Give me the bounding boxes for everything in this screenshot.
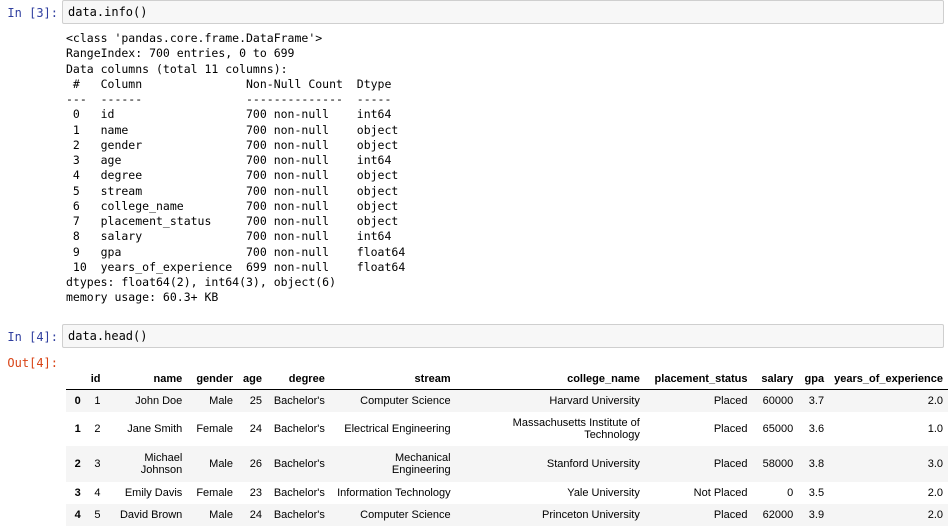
cell-degree: Bachelor's (273, 486, 325, 499)
row-index: 2 (74, 457, 81, 470)
table-row: 0 1 John Doe Male 25 Bachelor's Computer… (66, 389, 948, 412)
cell-id: 3 (94, 457, 101, 470)
column-header: id (85, 369, 106, 390)
cell-stream: Computer Science (360, 508, 451, 521)
cell-name: Jane Smith (127, 422, 183, 435)
cell-salary: 65000 (762, 422, 794, 435)
column-header: placement_status (644, 369, 753, 390)
cell-placement-status: Placed (713, 457, 748, 470)
column-header: name (105, 369, 188, 390)
cell-age: 24 (249, 508, 262, 521)
cell-name: John Doe (135, 394, 183, 407)
cell-name: Michael Johnson (140, 451, 183, 476)
cell-gpa: 3.6 (808, 422, 825, 435)
cell-stream: Electrical Engineering (344, 422, 451, 435)
cell-degree: Bachelor's (273, 394, 325, 407)
table-row: 1 2 Jane Smith Female 24 Bachelor's Elec… (66, 412, 948, 446)
column-header: age (238, 369, 267, 390)
cell-stream: Information Technology (337, 486, 451, 499)
cell-gender: Female (196, 422, 233, 435)
cell-gender: Male (209, 508, 233, 521)
cell-salary: 62000 (762, 508, 794, 521)
cell-stream: Computer Science (360, 394, 451, 407)
info-output: <class 'pandas.core.frame.DataFrame'> Ra… (66, 31, 406, 305)
table-row: 4 5 David Brown Male 24 Bachelor's Compu… (66, 503, 948, 526)
dataframe-table: id name gender age degree stream college… (66, 369, 948, 526)
column-header (66, 369, 86, 390)
cell-years-of-experience: 2.0 (927, 486, 943, 499)
cell-gender: Female (196, 486, 233, 499)
table-row: 3 4 Emily Davis Female 23 Bachelor's Inf… (66, 482, 948, 504)
cell-college-name: Princeton University (542, 508, 640, 521)
column-header: stream (329, 369, 456, 390)
cell-name: Emily Davis (124, 486, 183, 499)
cell-stream: Mechanical Engineering (391, 451, 451, 476)
cell-years-of-experience: 3.0 (927, 457, 943, 470)
cell-gender: Male (209, 457, 233, 470)
cell-name: David Brown (119, 508, 183, 521)
cell-college-name: Massachusetts Institute of Technology (512, 416, 640, 441)
cell-years-of-experience: 1.0 (927, 422, 943, 435)
cell-college-name: Yale University (567, 486, 640, 499)
cell-college-name: Harvard University (549, 394, 640, 407)
column-header: gender (187, 369, 238, 390)
cell-id: 5 (94, 508, 101, 521)
cell-degree: Bachelor's (273, 508, 325, 521)
column-header: college_name (455, 369, 645, 390)
column-header: gpa (798, 369, 830, 390)
table-header-row: id name gender age degree stream college… (66, 369, 948, 390)
cell-age: 23 (249, 486, 262, 499)
column-header: degree (266, 369, 330, 390)
row-index: 3 (74, 486, 81, 499)
cell-years-of-experience: 2.0 (927, 394, 943, 407)
cell-salary: 0 (787, 486, 794, 499)
cell-id: 4 (94, 486, 101, 499)
column-header: salary (752, 369, 799, 390)
row-index: 0 (74, 394, 81, 407)
cell-degree: Bachelor's (273, 457, 325, 470)
cell-4-prompt: In [4]: (7, 330, 58, 344)
cell-age: 26 (249, 457, 262, 470)
table-row: 2 3 Michael Johnson Male 26 Bachelor's M… (66, 445, 948, 482)
cell-3-prompt: In [3]: (7, 6, 58, 20)
cell-placement-status: Placed (713, 394, 748, 407)
cell-age: 25 (249, 394, 262, 407)
cell-id: 1 (94, 394, 101, 407)
cell-placement-status: Not Placed (693, 486, 748, 499)
cell-gpa: 3.9 (808, 508, 825, 521)
cell-college-name: Stanford University (546, 457, 640, 470)
cell-salary: 58000 (762, 457, 794, 470)
column-header: years_of_experience (829, 369, 948, 390)
cell-4-out-prompt: Out[4]: (7, 356, 58, 370)
cell-placement-status: Placed (713, 508, 748, 521)
cell-gpa: 3.7 (808, 394, 825, 407)
cell-degree: Bachelor's (273, 422, 325, 435)
cell-id: 2 (94, 422, 101, 435)
cell-gpa: 3.8 (808, 457, 825, 470)
cell-gender: Male (209, 394, 233, 407)
cell-salary: 60000 (762, 394, 794, 407)
cell-gpa: 3.5 (808, 486, 825, 499)
cell-placement-status: Placed (713, 422, 748, 435)
cell-years-of-experience: 2.0 (927, 508, 943, 521)
cell-4-code-input[interactable]: data.head() (62, 324, 944, 348)
row-index: 1 (74, 422, 81, 435)
cell-3-code-input[interactable]: data.info() (62, 0, 944, 24)
row-index: 4 (74, 508, 81, 521)
cell-age: 24 (249, 422, 262, 435)
